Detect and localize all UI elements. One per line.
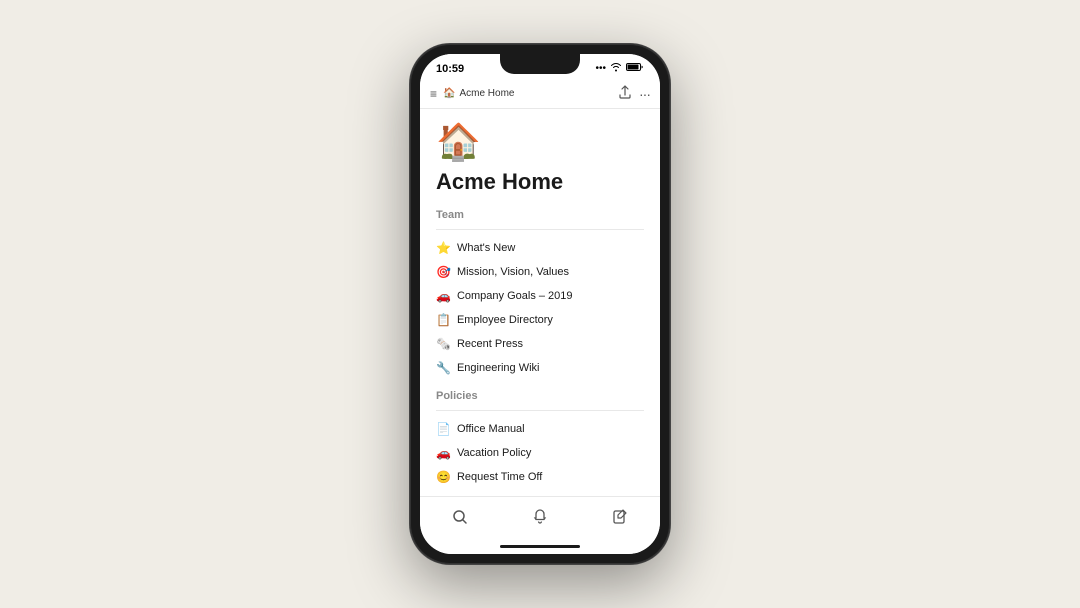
mission-label: Mission, Vision, Values [457, 266, 569, 278]
hamburger-icon[interactable]: ≡ [430, 87, 437, 101]
time-off-icon: 😊 [436, 470, 451, 484]
office-manual-label: Office Manual [457, 423, 525, 435]
signal-icon: ••• [595, 63, 606, 74]
wiki-icon: 🔧 [436, 361, 451, 375]
wifi-icon [610, 62, 622, 75]
list-item[interactable]: 😊 Request Time Off [436, 465, 644, 489]
phone-notch [500, 54, 580, 74]
battery-icon [626, 62, 644, 75]
list-item[interactable]: 🔧 Engineering Wiki [436, 356, 644, 380]
page-title: Acme Home [436, 169, 644, 195]
whats-new-label: What's New [457, 242, 515, 254]
directory-icon: 📋 [436, 313, 451, 327]
status-icons: ••• [595, 62, 644, 75]
mission-icon: 🎯 [436, 265, 451, 279]
wiki-label: Engineering Wiki [457, 362, 540, 374]
list-item[interactable]: 📄 Office Manual [436, 417, 644, 441]
list-item[interactable]: 🎯 Mission, Vision, Values [436, 260, 644, 284]
page-favicon: 🏠 [443, 88, 455, 99]
page-content: 🏠 Acme Home Team ⭐ What's New 🎯 Mission,… [420, 109, 660, 496]
more-icon[interactable]: ··· [639, 86, 650, 102]
home-bar [500, 545, 580, 548]
bottom-nav [420, 496, 660, 538]
phone-frame: 10:59 ••• [410, 44, 670, 564]
section-header-policies: Policies [436, 390, 644, 406]
section-divider-policies [436, 410, 644, 411]
browser-url: 🏠 Acme Home [443, 88, 613, 99]
home-indicator [420, 538, 660, 554]
list-item[interactable]: 🚗 Vacation Policy [436, 441, 644, 465]
page-emoji: 🏠 [436, 121, 644, 163]
list-item[interactable]: 🚗 Company Goals – 2019 [436, 284, 644, 308]
press-icon: 🗞️ [436, 337, 451, 351]
list-item[interactable]: 💳 Benefits Policies [436, 489, 644, 496]
vacation-label: Vacation Policy [457, 447, 531, 459]
edit-nav-icon[interactable] [604, 505, 636, 534]
whats-new-icon: ⭐ [436, 241, 451, 255]
browser-bar: ≡ 🏠 Acme Home ··· [420, 79, 660, 109]
directory-label: Employee Directory [457, 314, 553, 326]
list-item[interactable]: 📋 Employee Directory [436, 308, 644, 332]
phone-screen: 10:59 ••• [420, 54, 660, 554]
section-divider-team [436, 229, 644, 230]
team-items: ⭐ What's New 🎯 Mission, Vision, Values 🚗… [436, 236, 644, 380]
section-header-team: Team [436, 209, 644, 225]
goals-icon: 🚗 [436, 289, 451, 303]
share-icon[interactable] [619, 85, 631, 102]
policies-items: 📄 Office Manual 🚗 Vacation Policy 😊 Requ… [436, 417, 644, 496]
browser-url-text: Acme Home [459, 88, 514, 99]
time-off-label: Request Time Off [457, 471, 542, 483]
goals-label: Company Goals – 2019 [457, 290, 573, 302]
office-manual-icon: 📄 [436, 422, 451, 436]
status-time: 10:59 [436, 63, 464, 75]
press-label: Recent Press [457, 338, 523, 350]
search-nav-icon[interactable] [444, 505, 476, 534]
browser-actions: ··· [619, 85, 650, 102]
vacation-icon: 🚗 [436, 446, 451, 460]
bell-nav-icon[interactable] [524, 505, 556, 534]
list-item[interactable]: ⭐ What's New [436, 236, 644, 260]
list-item[interactable]: 🗞️ Recent Press [436, 332, 644, 356]
